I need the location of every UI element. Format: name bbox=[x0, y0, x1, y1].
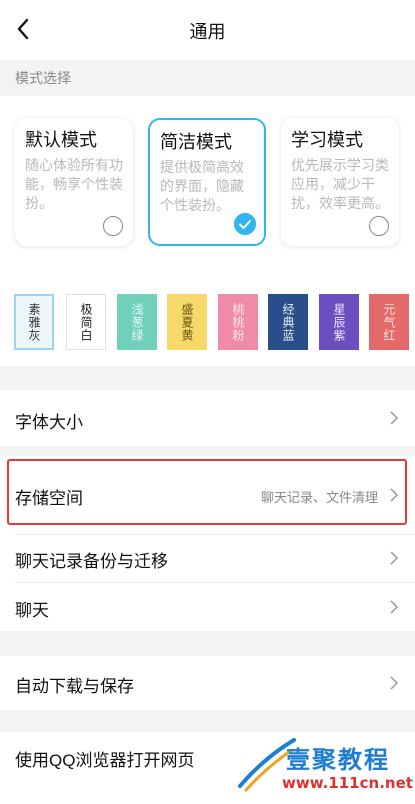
chevron-right-icon bbox=[390, 551, 399, 565]
chevron-right-icon bbox=[390, 676, 399, 690]
setting-row-chat[interactable]: 聊天 bbox=[0, 582, 415, 631]
mode-desc: 提供极简高效的界面，隐藏个性装扮。 bbox=[160, 159, 244, 213]
setting-label: 使用QQ浏览器打开网页 bbox=[15, 751, 195, 770]
theme-swatch[interactable]: 星辰紫 bbox=[319, 294, 359, 350]
theme-swatch[interactable]: 经典蓝 bbox=[268, 294, 308, 350]
chevron-right-icon bbox=[390, 488, 399, 502]
setting-label: 存储空间 bbox=[15, 489, 83, 508]
setting-row-font-size[interactable]: 字体大小 bbox=[0, 390, 415, 446]
setting-label: 聊天记录备份与迁移 bbox=[15, 552, 168, 571]
theme-swatch[interactable]: 浅葱绿 bbox=[117, 294, 157, 350]
watermark: 壹聚教程 www.111cn.net bbox=[236, 734, 415, 804]
theme-swatch[interactable]: 极简白 bbox=[66, 294, 106, 350]
radio-unchecked-icon[interactable] bbox=[369, 216, 389, 236]
chevron-right-icon bbox=[390, 411, 399, 425]
watermark-url: www.111cn.net bbox=[282, 774, 413, 792]
radio-unchecked-icon[interactable] bbox=[103, 216, 123, 236]
theme-swatch[interactable]: 素雅灰 bbox=[14, 294, 54, 350]
theme-label: 桃桃粉 bbox=[231, 302, 245, 342]
page-title: 通用 bbox=[189, 22, 226, 42]
check-circle-icon[interactable] bbox=[234, 213, 256, 235]
theme-label: 经典蓝 bbox=[281, 302, 295, 342]
mode-desc: 优先展示学习类应用，减少干扰，效率更高。 bbox=[291, 157, 389, 211]
theme-label: 星辰紫 bbox=[332, 302, 346, 342]
theme-label: 素雅灰 bbox=[27, 302, 41, 342]
setting-row-auto-download[interactable]: 自动下载与保存 bbox=[0, 656, 415, 710]
theme-label: 极简白 bbox=[79, 302, 93, 342]
mode-section-label: 模式选择 bbox=[15, 70, 71, 86]
chevron-right-icon bbox=[390, 600, 399, 614]
setting-row-chat-backup[interactable]: 聊天记录备份与迁移 bbox=[0, 534, 415, 582]
mode-card-default[interactable]: 默认模式 随心体验所有功能，畅享个性装扮。 bbox=[15, 118, 133, 246]
top-bar: 通用 bbox=[0, 0, 415, 60]
settings-group-storage: 存储空间 聊天记录、文件清理 聊天记录备份与迁移 聊天 bbox=[0, 456, 415, 631]
setting-row-storage[interactable]: 存储空间 聊天记录、文件清理 bbox=[0, 456, 415, 534]
mode-card-study[interactable]: 学习模式 优先展示学习类应用，减少干扰，效率更高。 bbox=[281, 118, 399, 246]
watermark-text: 壹聚教程 bbox=[286, 746, 390, 774]
setting-value: 聊天记录、文件清理 bbox=[260, 490, 378, 505]
setting-label: 字体大小 bbox=[15, 413, 83, 432]
setting-label: 自动下载与保存 bbox=[15, 677, 134, 696]
theme-swatch[interactable]: 盛夏黄 bbox=[167, 294, 207, 350]
theme-swatches: 素雅灰 极简白 浅葱绿 盛夏黄 桃桃粉 经典蓝 星辰紫 元气红 bbox=[14, 294, 415, 352]
theme-label: 盛夏黄 bbox=[180, 302, 194, 342]
theme-swatch[interactable]: 元气红 bbox=[369, 294, 409, 350]
theme-label: 元气红 bbox=[382, 302, 396, 342]
theme-swatch[interactable]: 桃桃粉 bbox=[218, 294, 258, 350]
setting-label: 聊天 bbox=[15, 601, 49, 620]
mode-title: 简洁模式 bbox=[160, 132, 232, 152]
mode-desc: 随心体验所有功能，畅享个性装扮。 bbox=[25, 157, 123, 211]
mode-title: 默认模式 bbox=[25, 130, 97, 150]
theme-label: 浅葱绿 bbox=[130, 302, 144, 342]
mode-title: 学习模式 bbox=[291, 130, 363, 150]
mode-card-simple[interactable]: 简洁模式 提供极简高效的界面，隐藏个性装扮。 bbox=[148, 118, 266, 246]
settings-group-font: 字体大小 bbox=[0, 390, 415, 446]
settings-group-download: 自动下载与保存 bbox=[0, 656, 415, 710]
